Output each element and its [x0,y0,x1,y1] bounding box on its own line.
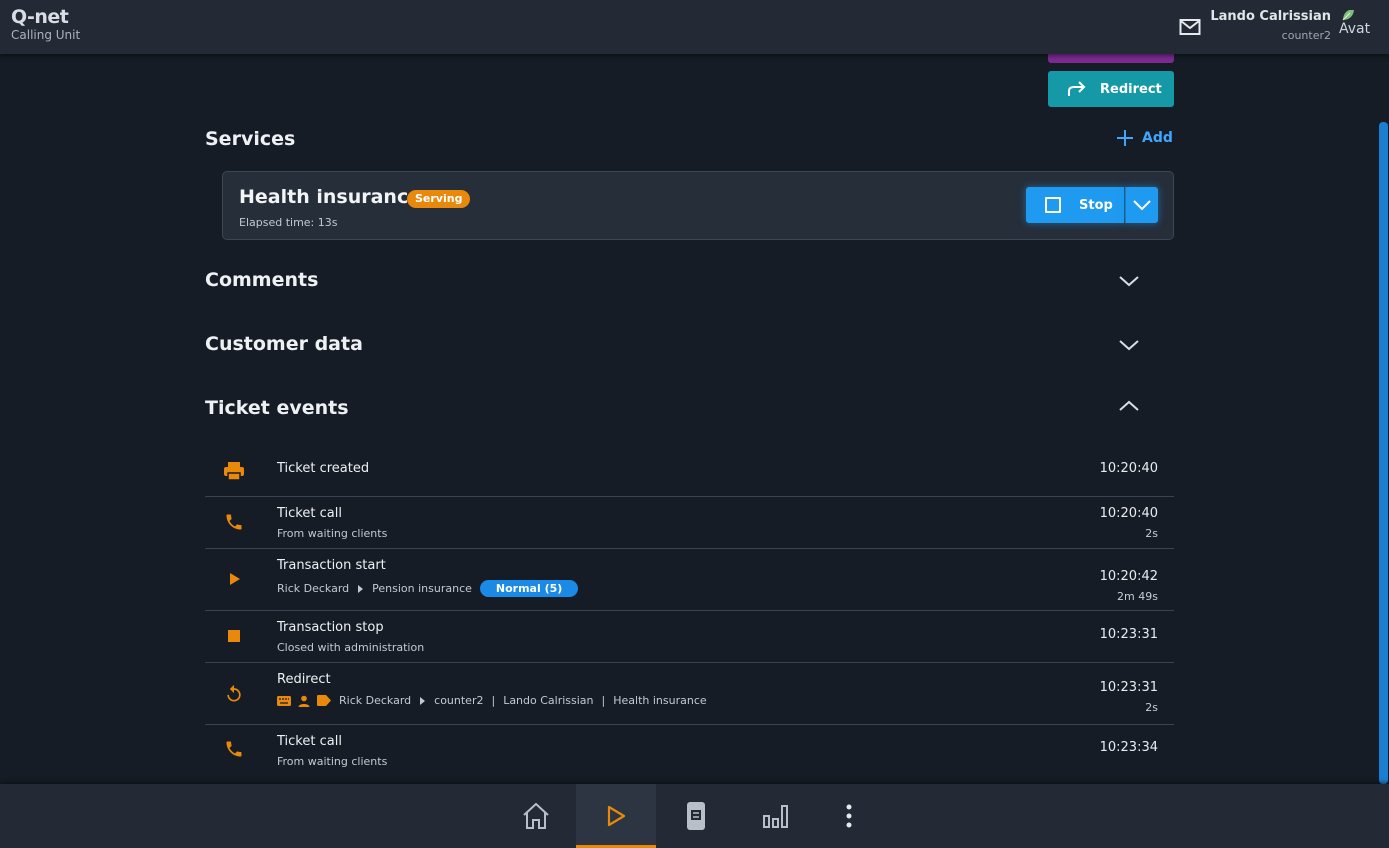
event-subtitle: Closed with administration [277,641,425,654]
agent-name: Rick Deckard [339,694,412,707]
redirect-label: Redirect [1100,81,1162,97]
more-nav[interactable] [809,784,889,848]
stop-button[interactable]: Stop [1026,187,1124,223]
event-title: Ticket created [277,461,370,476]
event-time: 10:20:40 [1099,461,1158,476]
avatar-alt-text: Avat [1339,21,1371,37]
event-subtitle: From waiting clients [277,755,388,768]
statistics-nav[interactable] [736,784,816,848]
event-duration: 2m 49s [1117,590,1158,603]
play-icon [223,568,245,590]
chevron-down-icon[interactable] [1118,274,1140,288]
stop-icon [223,625,245,647]
scrollbar[interactable] [1379,122,1388,784]
priority-badge: Normal (5) [479,580,579,597]
stop-square-icon [1045,197,1061,213]
chevron-up-icon[interactable] [1118,399,1140,413]
add-service-button[interactable]: Add [1116,129,1173,147]
event-row: Ticket created 10:20:40 [205,443,1174,497]
label-tag-icon [317,695,331,707]
event-time: 10:23:31 [1099,627,1158,642]
event-row: Ticket call From waiting clients 10:23:3… [205,725,1174,781]
app-logo: Q-net Calling Unit [11,7,80,42]
event-title: Ticket call [277,506,342,521]
service-name: Health insurance [613,694,707,707]
event-title: Transaction start [277,558,386,573]
user-name: Lando Calrissian [1210,9,1331,24]
user-counter: counter2 [1281,29,1331,42]
agent-name: Rick Deckard [277,582,350,595]
event-duration: 2s [1145,701,1158,714]
event-title: Redirect [277,672,331,687]
elapsed-time: Elapsed time: 13s [239,216,338,229]
home-icon [523,802,549,829]
avatar[interactable]: Avat [1339,10,1371,40]
caret-right-icon [420,696,426,705]
separator: | [601,694,606,707]
event-row: Transaction start Rick Deckard Pension i… [205,549,1174,611]
event-subtitle: Rick Deckard Pension insurance Normal (5… [277,580,579,597]
play-icon [607,805,626,827]
event-row: Redirect Rick Deckard counter2 | Lando C… [205,663,1174,725]
service-card: Health insurance Serving Elapsed time: 1… [222,171,1174,240]
separator: | [491,694,496,707]
stop-label: Stop [1079,197,1113,213]
ticket-nav[interactable] [656,784,736,848]
status-badge: Serving [407,190,471,208]
customer-data-title[interactable]: Customer data [205,333,363,355]
person-icon [297,695,311,707]
redirect-arrow-icon [1068,81,1086,96]
event-row: Transaction stop Closed with administrat… [205,611,1174,663]
counter-name: counter2 [434,694,484,707]
event-subtitle: From waiting clients [277,527,388,540]
service-name: Health insurance [239,186,422,208]
bar-chart-icon [763,805,788,828]
mail-icon[interactable] [1179,17,1201,37]
event-title: Ticket call [277,734,342,749]
user-info[interactable]: Lando Calrissian counter2 [1210,9,1331,42]
redirect-icon [223,683,245,705]
comments-title[interactable]: Comments [205,269,318,291]
event-row: Ticket call From waiting clients 10:20:4… [205,497,1174,549]
phone-icon [223,738,245,760]
event-time: 10:20:40 [1099,506,1158,521]
event-time: 10:23:34 [1099,740,1158,755]
phone-icon [223,511,245,533]
add-label: Add [1142,130,1173,146]
event-time: 10:20:42 [1099,569,1158,584]
stop-dropdown-button[interactable] [1125,187,1158,223]
ticket-events-title[interactable]: Ticket events [205,397,349,419]
chevron-down-icon[interactable] [1118,338,1140,352]
event-time: 10:23:31 [1099,680,1158,695]
more-vertical-icon [846,804,852,828]
caret-right-icon [358,584,364,593]
ticket-icon [687,802,705,830]
app-subtitle: Calling Unit [11,28,81,42]
service-name: Pension insurance [372,582,472,595]
event-title: Transaction stop [277,620,384,635]
services-title: Services [205,128,296,150]
bottom-nav [0,784,1389,848]
event-subtitle: Rick Deckard counter2 | Lando Calrissian… [277,694,707,707]
event-duration: 2s [1145,527,1158,540]
redirect-button[interactable]: Redirect [1048,71,1174,107]
chevron-down-icon [1133,200,1151,211]
plus-icon [1117,130,1133,146]
logo-text: Q-net [11,6,69,28]
home-nav[interactable] [496,784,576,848]
top-bar: Q-net Calling Unit Lando Calrissian coun… [0,0,1389,54]
calling-nav[interactable] [576,784,656,848]
purple-action-button[interactable] [1048,54,1174,63]
printer-icon [223,460,245,482]
user-name: Lando Calrissian [503,694,594,707]
keyboard-icon [277,695,291,707]
ticket-events-list: Ticket created 10:20:40 Ticket call From… [205,443,1174,781]
